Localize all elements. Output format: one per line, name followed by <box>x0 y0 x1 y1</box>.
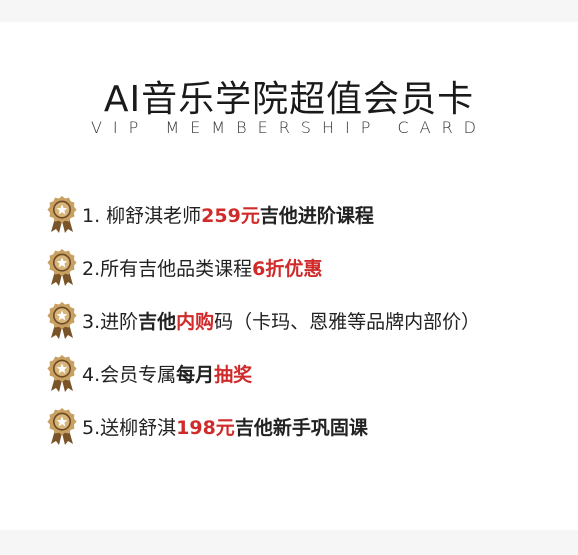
benefit-item: 4.会员专属每月抽奖 <box>46 347 578 399</box>
gold-medal-star-icon <box>46 300 78 340</box>
text-segment: 259元 <box>201 204 260 227</box>
text-segment: 吉他进阶课程 <box>259 204 374 227</box>
benefit-text: 1. 柳舒淇老师259元吉他进阶课程 <box>82 201 374 228</box>
card-title: AI音乐学院超值会员卡 <box>103 79 475 120</box>
benefit-list: 1. 柳舒淇老师259元吉他进阶课程 2.所有吉他品类课程6折优惠 3.进阶吉他… <box>46 188 578 453</box>
benefit-text: 2.所有吉他品类课程6折优惠 <box>82 254 322 281</box>
text-segment: 内购 <box>176 310 215 333</box>
text-segment: 6折优惠 <box>252 257 323 280</box>
text-segment: 198元 <box>176 416 235 439</box>
gold-medal-star-icon <box>46 194 78 234</box>
benefit-item: 2.所有吉他品类课程6折优惠 <box>46 241 578 293</box>
membership-card: AI音乐学院超值会员卡 VIP MEMBERSHIP CARD 1. 柳舒淇老师… <box>0 22 578 530</box>
benefit-text: 5.送柳舒淇198元吉他新手巩固课 <box>82 413 368 440</box>
text-segment: 3.进阶 <box>82 310 139 333</box>
text-segment: 4.会员专属 <box>82 363 177 386</box>
benefit-text: 3.进阶吉他内购码（卡玛、恩雅等品牌内部价） <box>82 307 480 334</box>
text-segment: 码（卡玛、恩雅等品牌内部价） <box>214 310 481 333</box>
text-segment: 吉他 <box>138 310 177 333</box>
text-segment: 每月 <box>176 363 215 386</box>
text-segment: 抽奖 <box>214 363 253 386</box>
card-subtitle: VIP MEMBERSHIP CARD <box>90 118 487 137</box>
text-segment: 5.送柳舒淇 <box>82 416 177 439</box>
benefit-item: 3.进阶吉他内购码（卡玛、恩雅等品牌内部价） <box>46 294 578 346</box>
benefit-text: 4.会员专属每月抽奖 <box>82 360 252 387</box>
text-segment: 2.所有吉他品类课程 <box>82 257 253 280</box>
gold-medal-star-icon <box>46 353 78 393</box>
gold-medal-star-icon <box>46 406 78 446</box>
benefit-item: 5.送柳舒淇198元吉他新手巩固课 <box>46 400 578 452</box>
benefit-item: 1. 柳舒淇老师259元吉他进阶课程 <box>46 188 578 240</box>
text-segment: 吉他新手巩固课 <box>234 416 368 439</box>
gold-medal-star-icon <box>46 247 78 287</box>
text-segment: 1. 柳舒淇老师 <box>82 204 202 227</box>
